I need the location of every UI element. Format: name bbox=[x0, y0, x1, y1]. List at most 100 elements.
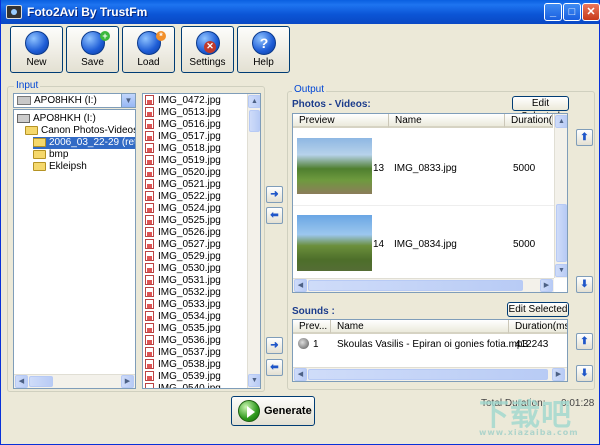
input-group-label: Input bbox=[14, 80, 41, 91]
star-badge-icon: * bbox=[156, 31, 166, 41]
save-button[interactable]: + Save bbox=[66, 26, 119, 73]
col-name[interactable]: Name bbox=[331, 320, 509, 334]
list-item[interactable]: IMG_0513.jpg bbox=[145, 107, 221, 119]
image-file-icon bbox=[145, 251, 154, 262]
list-item[interactable]: IMG_0534.jpg bbox=[145, 311, 221, 323]
photos-list[interactable]: Preview Name Duration(ms) 13 IMG_0833.jp… bbox=[292, 113, 568, 293]
sounds-list[interactable]: Prev... Name Duration(ms) 1 Skoulas Vasi… bbox=[292, 319, 568, 382]
scroll-down-icon[interactable]: ▼ bbox=[248, 374, 260, 387]
list-item[interactable]: IMG_0521.jpg bbox=[145, 179, 221, 191]
list-item[interactable]: IMG_0517.jpg bbox=[145, 131, 221, 143]
list-item[interactable]: IMG_0520.jpg bbox=[145, 167, 221, 179]
scroll-left-icon[interactable]: ◀ bbox=[15, 375, 28, 388]
image-file-icon bbox=[145, 167, 154, 178]
scroll-right-icon[interactable]: ▶ bbox=[121, 375, 134, 388]
image-file-icon bbox=[145, 155, 154, 166]
image-file-icon bbox=[145, 239, 154, 250]
remove-photo-arrow-button[interactable]: ⬅ bbox=[266, 207, 283, 224]
chevron-down-icon[interactable]: ▼ bbox=[121, 94, 135, 107]
settings-button[interactable]: ✕ Settings bbox=[181, 26, 234, 73]
scroll-thumb[interactable] bbox=[556, 204, 567, 262]
list-item[interactable]: IMG_0527.jpg bbox=[145, 239, 221, 251]
file-list-vscrollbar[interactable]: ▲ ▼ bbox=[247, 94, 260, 388]
list-item[interactable]: IMG_0518.jpg bbox=[145, 143, 221, 155]
remove-sound-arrow-button[interactable]: ⬅ bbox=[266, 359, 283, 376]
new-button[interactable]: New bbox=[10, 26, 63, 73]
list-item[interactable]: IMG_0533.jpg bbox=[145, 299, 221, 311]
col-name[interactable]: Name bbox=[389, 114, 505, 128]
col-duration[interactable]: Duration(ms) bbox=[509, 320, 567, 334]
photos-hscrollbar[interactable]: ◀ ▶ bbox=[293, 278, 554, 292]
image-file-icon bbox=[145, 179, 154, 190]
tree-item[interactable]: bmp bbox=[33, 149, 68, 161]
col-preview[interactable]: Prev... bbox=[293, 320, 331, 334]
image-file-icon bbox=[145, 95, 154, 106]
load-button[interactable]: * Load bbox=[122, 26, 175, 73]
plus-badge-icon: + bbox=[100, 31, 110, 41]
tree-item[interactable]: Canon Photos-Videos bbox=[25, 125, 135, 137]
edit-selected-photos-button[interactable]: Edit Selected bbox=[512, 96, 569, 122]
move-sound-up-button[interactable]: ⬆ bbox=[576, 333, 593, 350]
scroll-right-icon[interactable]: ▶ bbox=[540, 279, 553, 292]
close-button[interactable]: ✕ bbox=[582, 3, 600, 21]
list-item[interactable]: IMG_0539.jpg bbox=[145, 371, 221, 383]
scroll-left-icon[interactable]: ◀ bbox=[294, 368, 307, 381]
add-sound-arrow-button[interactable]: ➜ bbox=[266, 337, 283, 354]
tree-item[interactable]: APO8HKH (I:) bbox=[17, 113, 96, 125]
image-file-icon bbox=[145, 287, 154, 298]
list-item[interactable]: IMG_0524.jpg bbox=[145, 203, 221, 215]
list-item[interactable]: IMG_0532.jpg bbox=[145, 287, 221, 299]
add-photo-arrow-button[interactable]: ➜ bbox=[266, 186, 283, 203]
folder-tree[interactable]: Ekleipshbmp2006_03_22-29 (rethymno)Canon… bbox=[13, 109, 136, 389]
list-item[interactable]: IMG_0526.jpg bbox=[145, 227, 221, 239]
scroll-thumb[interactable] bbox=[308, 280, 523, 291]
drive-combo[interactable]: APO8HKH (I:) ▼ bbox=[13, 93, 136, 108]
list-item[interactable]: IMG_0516.jpg bbox=[145, 119, 221, 131]
scroll-thumb[interactable] bbox=[308, 369, 548, 380]
tree-item[interactable]: 2006_03_22-29 (rethymno) bbox=[33, 137, 135, 149]
generate-button[interactable]: Generate bbox=[231, 396, 315, 426]
photo-thumbnail bbox=[297, 215, 372, 271]
title-bar[interactable]: Foto2Avi By TrustFm _ □ ✕ bbox=[1, 0, 600, 24]
list-item[interactable]: IMG_0538.jpg bbox=[145, 359, 221, 371]
edit-selected-sounds-button[interactable]: Edit Selected bbox=[507, 302, 569, 317]
help-button[interactable]: ? Help bbox=[237, 26, 290, 73]
list-item[interactable]: IMG_0535.jpg bbox=[145, 323, 221, 335]
scroll-left-icon[interactable]: ◀ bbox=[294, 279, 307, 292]
file-list[interactable]: IMG_0540.jpg IMG_0539.jpg IMG_0538.jpg IMG_… bbox=[142, 93, 261, 389]
col-preview[interactable]: Preview bbox=[293, 114, 389, 128]
list-item[interactable]: IMG_0530.jpg bbox=[145, 263, 221, 275]
scroll-thumb[interactable] bbox=[249, 110, 260, 132]
app-icon bbox=[6, 5, 22, 19]
row-divider bbox=[293, 205, 555, 206]
folder-icon bbox=[33, 137, 46, 147]
move-photo-down-button[interactable]: ⬇ bbox=[576, 276, 593, 293]
image-file-icon bbox=[145, 359, 154, 370]
list-item[interactable]: IMG_0537.jpg bbox=[145, 347, 221, 359]
tree-item[interactable]: Ekleipsh bbox=[33, 161, 87, 173]
list-item[interactable]: IMG_0525.jpg bbox=[145, 215, 221, 227]
move-photo-up-button[interactable]: ⬆ bbox=[576, 129, 593, 146]
list-item[interactable]: IMG_0522.jpg bbox=[145, 191, 221, 203]
scroll-thumb[interactable] bbox=[29, 376, 53, 387]
watermark-logo: 下载吧 www.xiazaiba.com bbox=[479, 398, 579, 437]
minimize-button[interactable]: _ bbox=[544, 3, 562, 21]
move-sound-down-button[interactable]: ⬇ bbox=[576, 365, 593, 382]
scroll-down-icon[interactable]: ▼ bbox=[555, 264, 567, 277]
list-item[interactable]: IMG_0472.jpg bbox=[145, 95, 221, 107]
maximize-button[interactable]: □ bbox=[563, 3, 581, 21]
list-item[interactable]: IMG_0540.jpg bbox=[145, 383, 221, 388]
image-file-icon bbox=[145, 383, 154, 388]
list-item[interactable]: IMG_0529.jpg bbox=[145, 251, 221, 263]
list-item[interactable]: IMG_0536.jpg bbox=[145, 335, 221, 347]
list-item[interactable]: IMG_0519.jpg bbox=[145, 155, 221, 167]
photos-vscrollbar[interactable]: ▲ ▼ bbox=[554, 114, 567, 278]
tree-hscrollbar[interactable]: ◀ ▶ bbox=[14, 374, 135, 388]
image-file-icon bbox=[145, 107, 154, 118]
scroll-up-icon[interactable]: ▲ bbox=[555, 115, 567, 128]
scroll-right-icon[interactable]: ▶ bbox=[552, 368, 565, 381]
sounds-hscrollbar[interactable]: ◀ ▶ bbox=[293, 367, 567, 381]
col-duration[interactable]: Duration(ms) bbox=[505, 114, 553, 128]
scroll-up-icon[interactable]: ▲ bbox=[248, 95, 260, 108]
list-item[interactable]: IMG_0531.jpg bbox=[145, 275, 221, 287]
